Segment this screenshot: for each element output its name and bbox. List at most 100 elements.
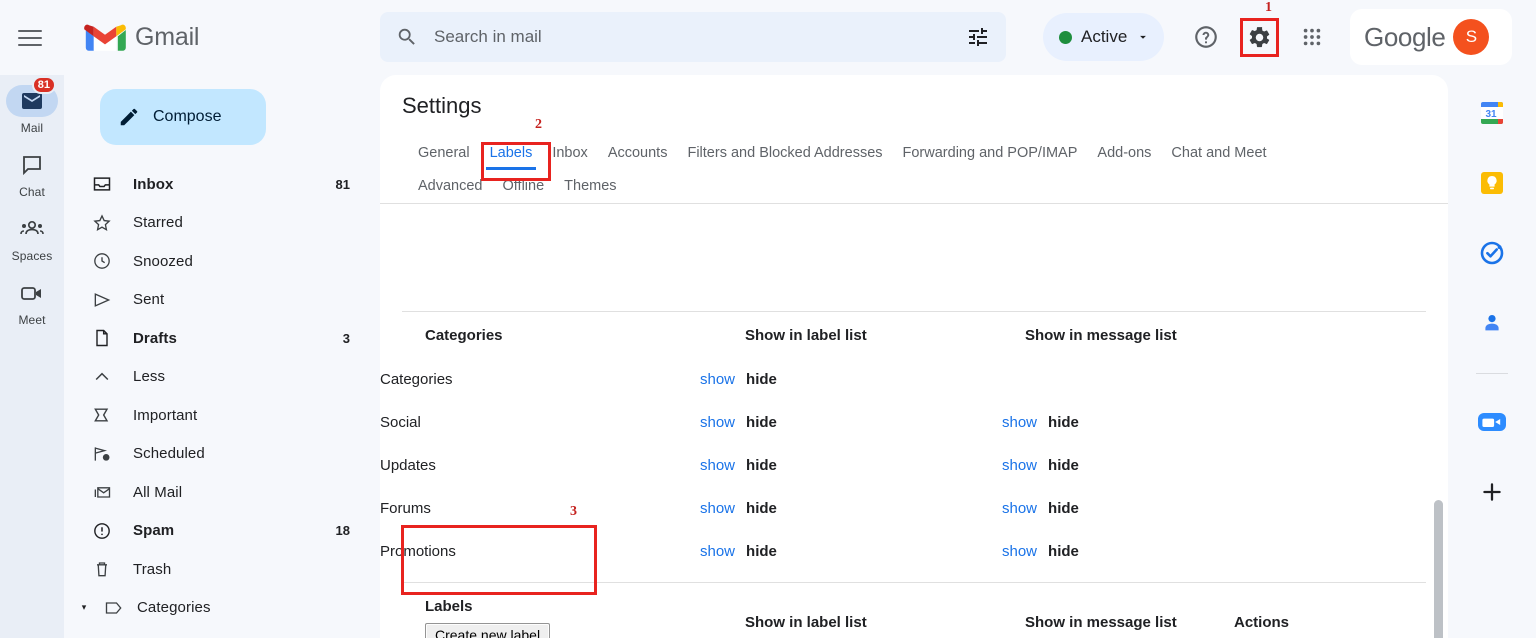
rail-item-chat[interactable]: Chat [4, 149, 60, 199]
sidebar-item-scheduled[interactable]: Scheduled [64, 435, 380, 474]
tab-filters-and-blocked-addresses[interactable]: Filters and Blocked Addresses [677, 137, 892, 170]
search-icon [398, 28, 415, 45]
settings-tabs-row-2: Advanced Offline Themes [408, 170, 1448, 203]
sidebar-item-drafts[interactable]: Drafts 3 [64, 319, 380, 358]
hide-current[interactable]: hide [746, 457, 777, 474]
header-show-in-label-list: Show in label list [745, 614, 867, 631]
rail-item-spaces[interactable]: Spaces [4, 213, 60, 263]
hide-current[interactable]: hide [746, 414, 777, 431]
sidebar-item-spam[interactable]: Spam 18 [64, 512, 380, 551]
tab-accounts[interactable]: Accounts [598, 137, 678, 170]
google-contacts-icon[interactable] [1472, 303, 1512, 343]
google-calendar-icon[interactable]: 31 [1472, 93, 1512, 133]
top-bar: Gmail Active [0, 0, 1536, 75]
tab-offline[interactable]: Offline [493, 170, 555, 203]
sidebar-item-starred[interactable]: Starred [64, 204, 380, 243]
header-categories: Categories [425, 327, 503, 344]
tab-inbox[interactable]: Inbox [542, 137, 597, 170]
sidebar-item-important[interactable]: Important [64, 396, 380, 435]
menu-icon[interactable] [6, 14, 54, 62]
sidebar-item-snoozed[interactable]: Snoozed [64, 242, 380, 281]
header-show-in-message-list: Show in message list [1025, 327, 1177, 344]
labels-table: Labels Create new label Show in label li… [380, 583, 1448, 638]
show-link[interactable]: show [700, 371, 735, 388]
caret-down-icon[interactable]: ▾ [77, 602, 91, 613]
zoom-meeting-icon[interactable] [1472, 402, 1512, 442]
tab-advanced[interactable]: Advanced [408, 170, 493, 203]
tab-themes[interactable]: Themes [554, 170, 626, 203]
tab-add-ons[interactable]: Add-ons [1087, 137, 1161, 170]
header-show-in-label-list: Show in label list [745, 327, 867, 344]
sidebar-label-important: Important [133, 406, 198, 424]
table-row: Updates show hide show hide [380, 444, 1448, 487]
draft-file-icon [91, 328, 113, 348]
compose-button[interactable]: Compose [100, 89, 266, 145]
gmail-logo[interactable]: Gmail [84, 22, 199, 54]
hide-current[interactable]: hide [1048, 500, 1079, 517]
settings-scrollbar-thumb[interactable] [1434, 500, 1443, 638]
hide-current[interactable]: hide [1048, 414, 1079, 431]
status-label: Active [1081, 27, 1128, 46]
tab-forwarding-and-pop-imap[interactable]: Forwarding and POP/IMAP [893, 137, 1088, 170]
category-name: Promotions [380, 543, 456, 560]
tab-general[interactable]: General [408, 137, 480, 170]
sidebar-item-all-mail[interactable]: All Mail [64, 473, 380, 512]
settings-panel: Settings General Labels Inbox Accounts F… [380, 75, 1448, 638]
google-tasks-icon[interactable] [1472, 233, 1512, 273]
hide-current[interactable]: hide [746, 371, 777, 388]
category-message-list-controls: show hide [1002, 444, 1234, 487]
show-link[interactable]: show [1002, 500, 1037, 517]
sidebar-item-sent[interactable]: Sent [64, 281, 380, 320]
pencil-compose-icon [120, 108, 138, 126]
send-icon [91, 290, 113, 310]
trash-icon [91, 559, 113, 579]
tune-filter-icon[interactable] [966, 25, 990, 49]
gmail-wordmark: Gmail [135, 23, 200, 51]
category-message-list-controls: show hide [1002, 530, 1234, 573]
grid-apps-icon[interactable] [1290, 15, 1334, 59]
status-active-button[interactable]: Active [1043, 13, 1165, 61]
category-label-list-controls: show hide [700, 358, 1002, 401]
sidebar-label-scheduled: Scheduled [133, 445, 205, 463]
tab-labels[interactable]: Labels [480, 137, 543, 170]
inbox-icon [91, 174, 113, 194]
category-name: Categories [380, 371, 453, 388]
sidebar-item-inbox[interactable]: Inbox 81 [64, 165, 380, 204]
gmail-m-icon [84, 24, 126, 51]
create-new-label-button[interactable]: Create new label [425, 623, 551, 638]
rail-item-meet[interactable]: Meet [4, 277, 60, 327]
sidebar-label-trash: Trash [133, 560, 172, 578]
show-link[interactable]: show [700, 500, 735, 517]
show-link[interactable]: show [700, 543, 735, 560]
sidebar-label-snoozed: Snoozed [133, 252, 193, 270]
sidebar-item-less[interactable]: Less [64, 358, 380, 397]
hide-current[interactable]: hide [1048, 543, 1079, 560]
tab-chat-and-meet[interactable]: Chat and Meet [1161, 137, 1276, 170]
google-wordmark: Google [1364, 21, 1446, 52]
show-link[interactable]: show [700, 457, 735, 474]
help-circle-icon[interactable] [1184, 15, 1228, 59]
rail-item-mail[interactable]: 81 Mail [4, 76, 60, 135]
google-keep-icon[interactable] [1472, 163, 1512, 203]
google-account-chip[interactable]: Google S [1350, 9, 1512, 65]
show-link[interactable]: show [1002, 414, 1037, 431]
search-bar[interactable] [380, 12, 1006, 62]
hide-current[interactable]: hide [746, 500, 777, 517]
sidebar-label-less: Less [133, 368, 166, 386]
avatar[interactable]: S [1453, 19, 1490, 55]
sidebar-item-categories[interactable]: ▾ Categories [64, 589, 380, 628]
rail-label-chat: Chat [19, 185, 45, 199]
hide-current[interactable]: hide [746, 543, 777, 560]
gear-icon[interactable] [1237, 15, 1281, 59]
plus-add-icon[interactable] [1472, 472, 1512, 512]
show-link[interactable]: show [700, 414, 735, 431]
chat-bubble-icon [6, 149, 58, 181]
hide-current[interactable]: hide [1048, 457, 1079, 474]
sidebar-label-spam: Spam [133, 522, 175, 540]
sidebar-item-trash[interactable]: Trash [64, 550, 380, 589]
header-labels: Labels Create new label [380, 583, 700, 638]
search-input[interactable] [434, 27, 966, 47]
category-label-list-controls: show hide [700, 401, 1002, 444]
show-link[interactable]: show [1002, 457, 1037, 474]
show-link[interactable]: show [1002, 543, 1037, 560]
